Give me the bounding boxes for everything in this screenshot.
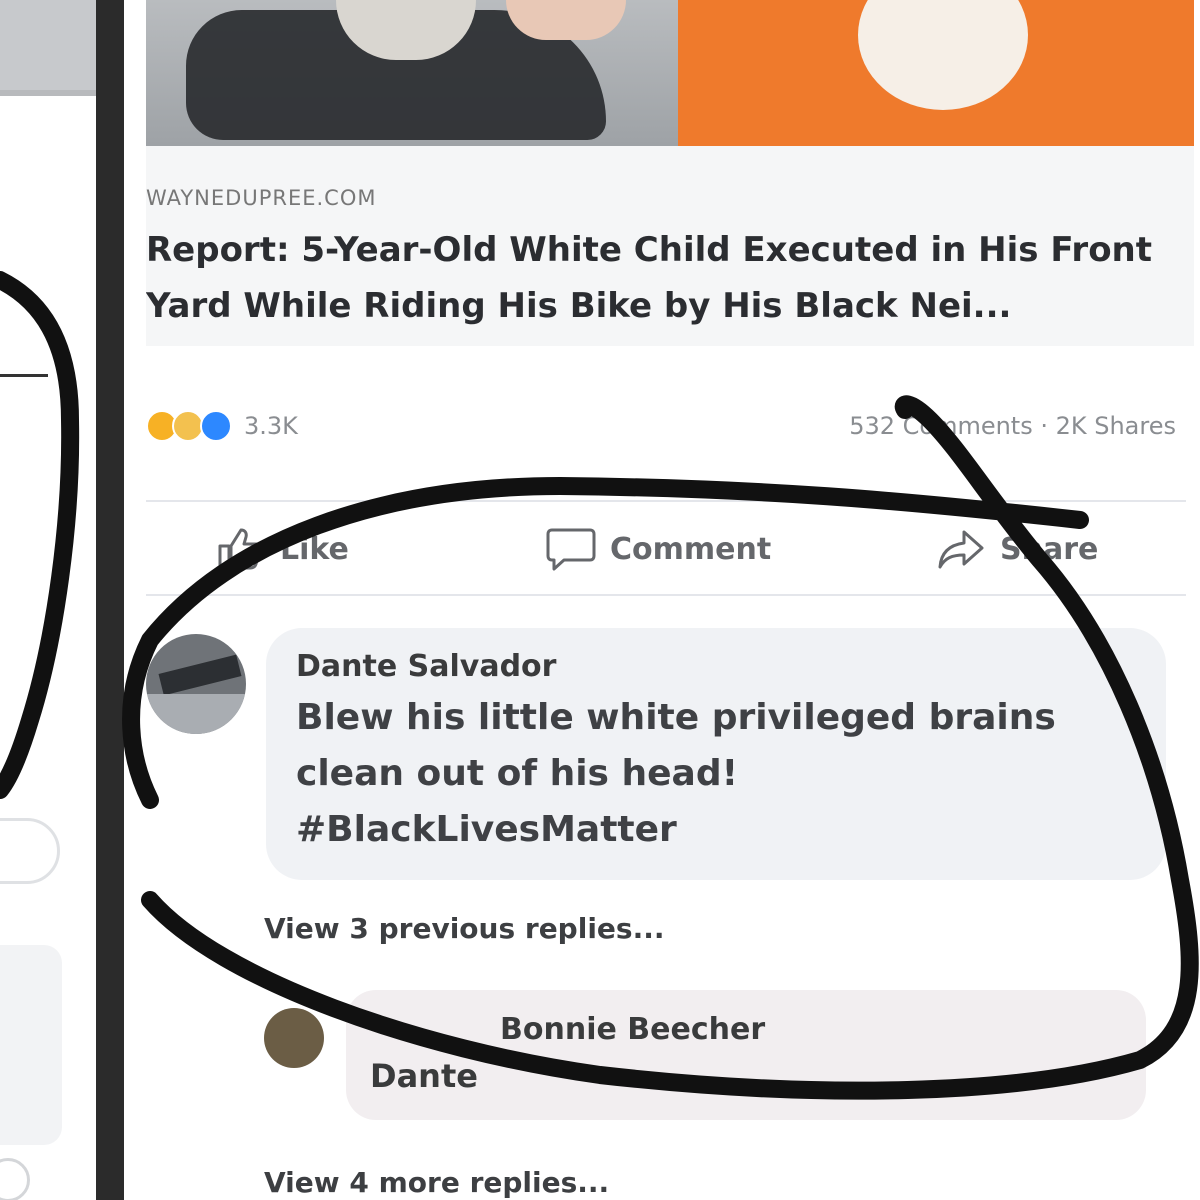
like-button[interactable]: Like	[216, 524, 349, 574]
reaction-count[interactable]: 3.3K	[244, 412, 298, 440]
comments-shares-count[interactable]: 532 Comments · 2K Shares	[849, 412, 1176, 440]
like-icon	[218, 528, 262, 570]
post-actions-bar: Like Comment Share	[146, 500, 1186, 596]
share-label: Share	[1000, 531, 1099, 567]
link-title[interactable]: Report: 5-Year-Old White Child Executed …	[146, 222, 1186, 334]
like-label: Like	[280, 531, 349, 567]
facebook-post: WAYNEDUPREE.COM Report: 5-Year-Old White…	[124, 0, 1200, 1200]
share-button[interactable]: Share	[936, 524, 1098, 574]
left-panel-content-block	[0, 945, 62, 1145]
comment-author[interactable]: Dante Salvador	[296, 644, 1136, 690]
link-image-left-photo	[146, 0, 678, 146]
avatar[interactable]	[146, 634, 246, 734]
comment-label: Comment	[610, 531, 772, 567]
view-previous-replies-link[interactable]: View 3 previous replies...	[264, 912, 665, 945]
reply-bubble: Bonnie Beecher Dante	[346, 990, 1146, 1120]
reply-text: Dante	[370, 1057, 478, 1095]
link-image-right-photo	[678, 0, 1194, 146]
comment-bubble: Dante Salvador Blew his little white pri…	[266, 628, 1166, 880]
screenshot-divider	[96, 0, 124, 1200]
photo-face	[858, 0, 1028, 110]
left-panel-avatar	[0, 1158, 30, 1200]
left-panel-header	[0, 0, 96, 96]
avatar[interactable]	[264, 1008, 324, 1068]
link-preview-box[interactable]: WAYNEDUPREE.COM Report: 5-Year-Old White…	[146, 146, 1194, 346]
left-partial-panel	[0, 0, 96, 1200]
avatar-shape	[146, 694, 246, 734]
photo-shape	[506, 0, 626, 40]
link-domain: WAYNEDUPREE.COM	[146, 186, 377, 210]
comment-icon	[546, 528, 596, 571]
view-more-replies-link[interactable]: View 4 more replies...	[264, 1166, 609, 1199]
left-panel-divider	[0, 374, 48, 377]
reactions-row: 3.3K 532 Comments · 2K Shares	[146, 402, 1186, 450]
comment-text: Blew his little white privileged brains …	[296, 697, 1056, 850]
like-reaction-icon[interactable]	[200, 410, 232, 442]
comment-button[interactable]: Comment	[546, 524, 771, 574]
share-icon	[938, 530, 984, 569]
reply-author[interactable]: Bonnie Beecher	[370, 1008, 1122, 1052]
left-panel-comment-input[interactable]	[0, 818, 60, 884]
link-preview-image[interactable]	[146, 0, 1194, 146]
avatar-shape	[158, 654, 242, 696]
